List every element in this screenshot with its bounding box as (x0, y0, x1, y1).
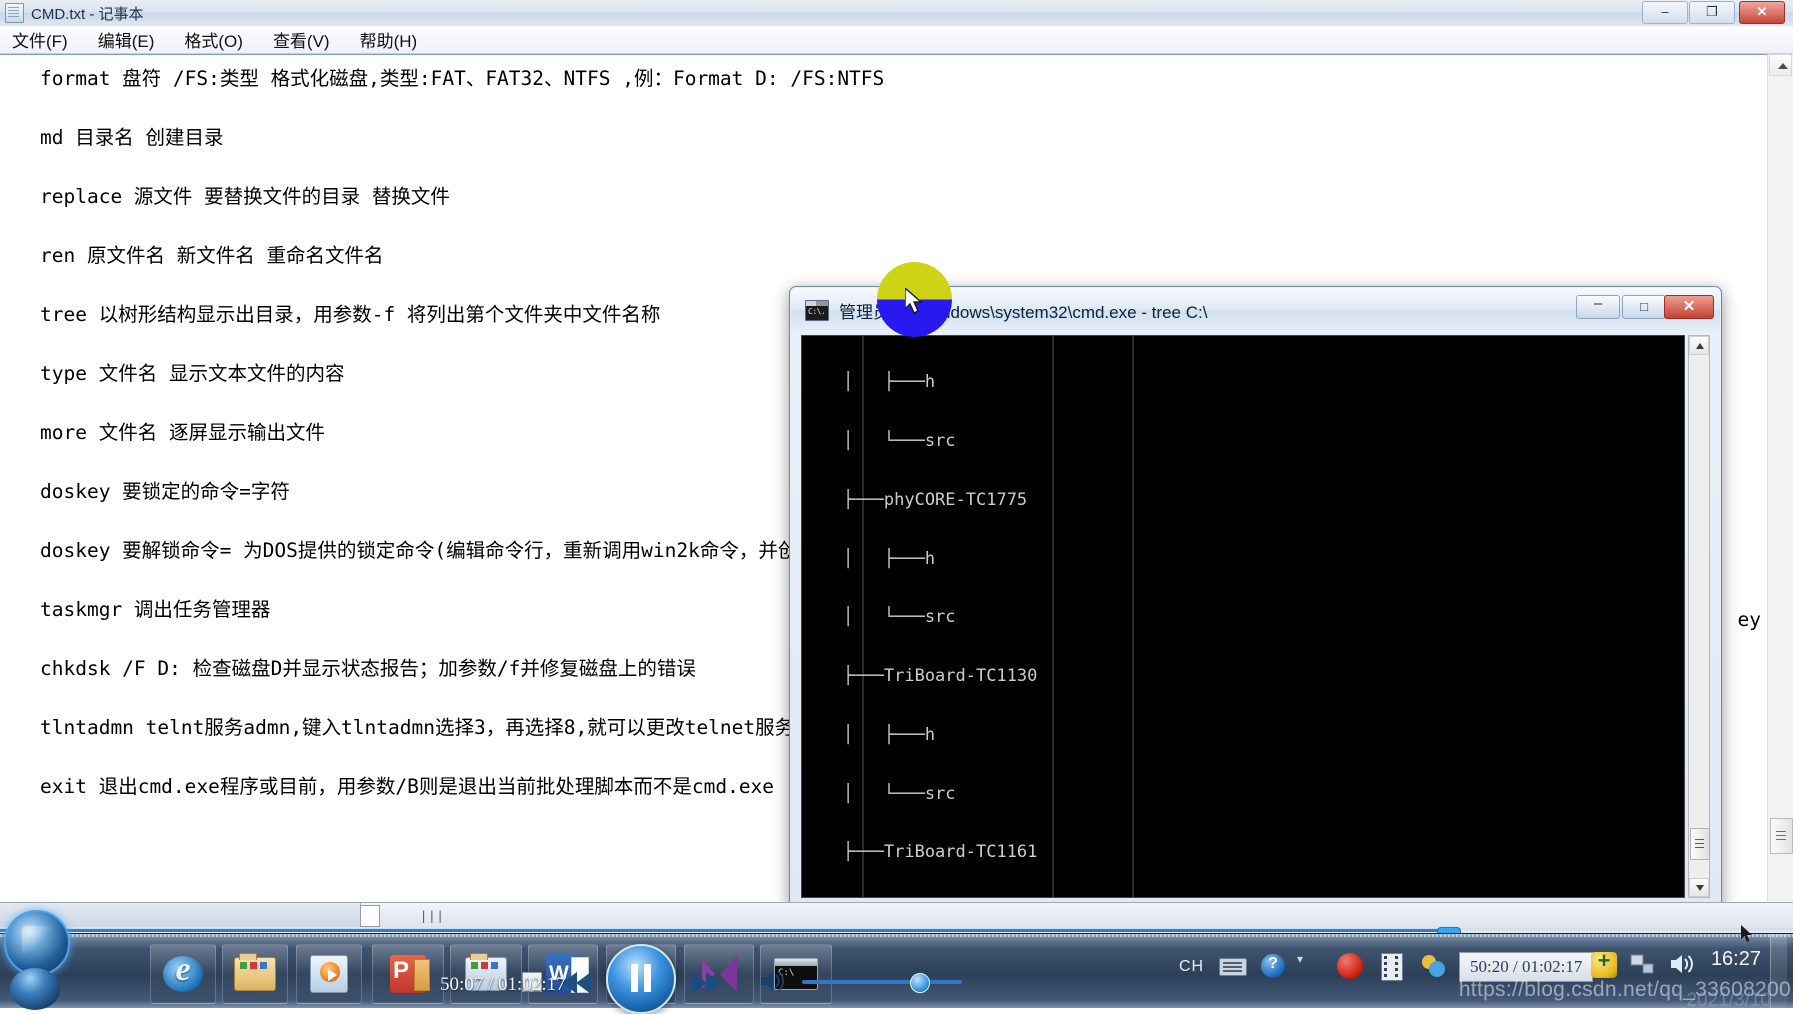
record-icon[interactable] (1337, 953, 1363, 979)
tree-line: │ ├───h (802, 548, 936, 569)
tree-line: │ └───src (802, 607, 956, 628)
rewind-icon-second[interactable] (576, 972, 591, 994)
text-line: md 目录名 创建目录 (40, 126, 224, 149)
menu-view[interactable]: 查看(V) (269, 25, 334, 54)
tree-line: ├───TriBoard-TC1161 (802, 842, 1038, 863)
film-icon[interactable] (1381, 953, 1403, 981)
media-transport-controls (512, 944, 992, 1014)
scrollbar-thumb[interactable] (1690, 828, 1710, 860)
progress-fill (0, 929, 1448, 932)
maximize-icon: ❐ (1706, 4, 1718, 19)
notepad-title: CMD.txt - 记事本 (31, 5, 144, 23)
show-hidden-icons-icon[interactable]: ▾ (1297, 952, 1303, 966)
notepad-close-button[interactable]: ✕ (1739, 1, 1785, 24)
internet-explorer-icon (163, 951, 203, 992)
start-orb-lower[interactable] (10, 968, 60, 1010)
menu-file[interactable]: 文件(F) (8, 25, 72, 54)
cmd-minimize-button[interactable]: – (1576, 295, 1620, 319)
speaker-icon[interactable] (760, 968, 786, 994)
tree-line: │ └───src (802, 783, 956, 804)
tree-line: │ └───src (802, 430, 956, 451)
cmd-console-icon (805, 299, 829, 321)
notepad-document-icon (5, 3, 24, 23)
volume-slider[interactable] (802, 980, 962, 984)
taskbar-internet-explorer[interactable] (150, 944, 216, 1004)
cmd-console-output[interactable]: │ ├───h │ └───src ├───phyCORE-TC1775 │ ├… (801, 335, 1685, 898)
mouse-cursor-icon (905, 288, 923, 314)
keyboard-icon[interactable] (1219, 958, 1247, 976)
tree-line: ├───phyCORE-TC1775 (802, 489, 1028, 510)
watermark-date: 2021/3/10 (1686, 990, 1771, 1011)
folder-icon (234, 953, 276, 991)
notepad-titlebar[interactable]: CMD.txt - 记事本 – ❐ ✕ (0, 0, 1793, 27)
cmd-close-button[interactable]: ✕ (1664, 295, 1714, 319)
security-shield-icon[interactable] (1591, 948, 1617, 978)
help-icon[interactable] (1261, 954, 1285, 978)
ime-indicator[interactable]: CH (1179, 958, 1204, 976)
powerpoint-icon (390, 955, 430, 993)
windows-logo-icon (22, 926, 52, 954)
volume-slider-knob[interactable] (910, 973, 930, 993)
tray-player-time-label: 50:20 / 01:02:17 (1470, 957, 1583, 976)
notepad-maximize-button[interactable]: ❐ (1689, 1, 1735, 24)
taskbar-windows-explorer[interactable] (222, 944, 288, 1004)
volume-icon[interactable] (1669, 952, 1697, 976)
notepad-vertical-scrollbar[interactable] (1767, 54, 1793, 925)
windows-taskbar: 50:07 / 01:02:17 CH ▾ 50:20 / 01:02:17 1… (0, 910, 1793, 1014)
tree-line: │ ├───h (802, 372, 936, 393)
scroll-up-icon[interactable] (1769, 54, 1792, 76)
minimize-icon: – (1661, 4, 1669, 19)
scroll-down-icon[interactable] (1689, 878, 1709, 897)
notepad-minimize-button[interactable]: – (1642, 1, 1688, 24)
close-icon: ✕ (1682, 298, 1696, 315)
taskbar-clock[interactable]: 16:27 (1711, 948, 1761, 971)
notepad-overflow-text: ey (1737, 608, 1761, 631)
start-button[interactable] (4, 910, 70, 976)
scroll-up-icon[interactable] (1689, 336, 1709, 355)
text-line: replace 源文件 要替换文件的目录 替换文件 (40, 185, 450, 208)
cmd-maximize-button[interactable]: □ (1622, 295, 1666, 319)
player-time-label: 50:07 / 01:02:17 (440, 974, 566, 995)
close-icon: ✕ (1756, 4, 1768, 19)
minimize-icon: – (1593, 295, 1603, 312)
text-line: ren 原文件名 新文件名 重命名文件名 (40, 244, 384, 267)
seek-dots-marker: ||| (420, 909, 445, 923)
scrollbar-thumb[interactable] (1770, 818, 1793, 854)
menu-format[interactable]: 格式(O) (180, 25, 247, 54)
text-line: format 盘符 /FS:类型 格式化磁盘,类型:FAT、FAT32、NTFS… (40, 67, 885, 90)
menu-help[interactable]: 帮助(H) (356, 25, 422, 54)
tree-line: ├───TriBoard-TC1130 (802, 666, 1038, 687)
taskbar-powerpoint[interactable] (372, 944, 444, 1004)
pause-button[interactable] (606, 944, 676, 1014)
taskbar-media-player[interactable] (296, 944, 362, 1004)
fast-forward-icon[interactable] (692, 972, 707, 994)
media-player-icon (310, 955, 348, 993)
fast-forward-icon-second[interactable] (706, 972, 721, 994)
secondary-cursor-icon (1741, 925, 1752, 942)
directory-tree-output: │ ├───h │ └───src ├───phyCORE-TC1775 │ ├… (802, 336, 1684, 897)
seek-grip-handle[interactable] (360, 905, 380, 927)
network-icon[interactable] (1629, 952, 1655, 976)
player-seek-strip[interactable]: ||| (0, 902, 1793, 930)
cmd-vertical-scrollbar[interactable] (1688, 335, 1710, 898)
contacts-icon[interactable] (1419, 953, 1447, 979)
maximize-icon: □ (1640, 299, 1648, 314)
notepad-menubar: 文件(F) 编辑(E) 格式(O) 查看(V) 帮助(H) (0, 26, 1793, 54)
command-prompt-window: 管理员: C:\Windows\system32\cmd.exe - tree … (789, 286, 1722, 911)
tree-line: │ ├───h (802, 724, 936, 745)
menu-edit[interactable]: 编辑(E) (94, 25, 159, 54)
